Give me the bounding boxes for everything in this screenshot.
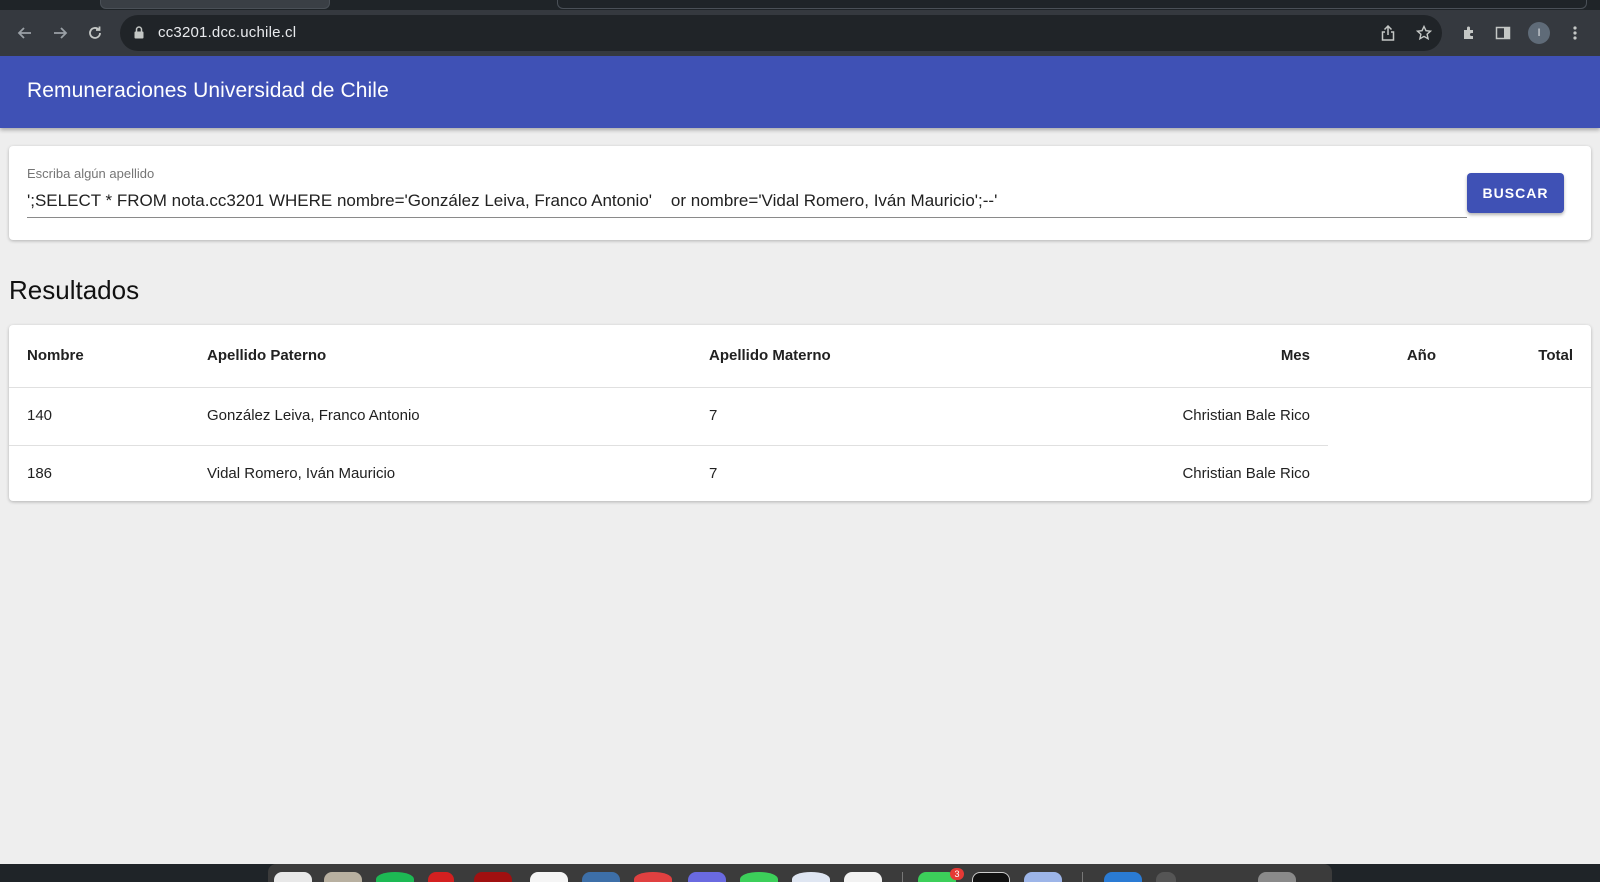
star-icon[interactable] [1414,23,1434,43]
results-heading: Resultados [9,275,140,305]
reload-icon[interactable] [82,20,108,46]
column-header-ano[interactable]: Año [1407,347,1436,364]
cell-mes: Christian Bale Rico [1182,465,1310,482]
finder-icon[interactable] [274,872,312,882]
url-text[interactable]: cc3201.dcc.uchile.cl [158,24,296,41]
search-button[interactable]: BUSCAR [1467,173,1564,213]
cell-apellido-materno: 7 [709,465,718,482]
arrow-left-icon[interactable] [12,20,38,46]
trash-icon[interactable] [1258,872,1296,882]
tab-strip [0,0,1600,10]
xcode-icon[interactable] [582,872,620,882]
header-divider [9,387,1591,388]
app-icon[interactable] [688,872,726,882]
dock-divider [902,872,903,882]
lock-icon[interactable] [134,26,144,39]
terminal-icon[interactable] [972,872,1010,882]
address-bar[interactable]: cc3201.dcc.uchile.cl [120,15,1442,51]
app-icon[interactable] [428,872,454,882]
dock: 3 [268,864,1332,882]
dock-divider [1082,872,1083,882]
app-icon[interactable] [474,872,512,882]
profile-avatar[interactable]: I [1528,22,1550,44]
kebab-menu-icon[interactable] [1565,23,1585,43]
column-header-apellido-paterno[interactable]: Apellido Paterno [207,347,326,364]
cell-mes: Christian Bale Rico [1182,407,1310,424]
app-icon[interactable] [844,872,882,882]
launchpad-icon[interactable] [324,872,362,882]
column-header-total[interactable]: Total [1538,347,1573,364]
cell-apellido-materno: 7 [709,407,718,424]
side-panel-icon[interactable] [1493,23,1513,43]
chrome-icon[interactable] [792,872,830,882]
messages-badge: 3 [950,868,964,880]
browser-tab-group[interactable] [557,0,1587,9]
search-field-label: Escriba algún apellido [27,166,155,181]
app-icon[interactable] [1104,872,1142,882]
page-title: Remuneraciones Universidad de Chile [27,79,389,102]
page-content: Remuneraciones Universidad de Chile Escr… [0,56,1600,864]
column-header-mes[interactable]: Mes [1281,347,1310,364]
cell-apellido-paterno: González Leiva, Franco Antonio [207,407,420,424]
whatsapp-icon[interactable] [740,872,778,882]
app-icon[interactable] [1024,872,1062,882]
results-table: Nombre Apellido Paterno Apellido Materno… [9,325,1591,501]
app-icon[interactable] [1156,872,1176,882]
arrow-right-icon[interactable] [47,20,73,46]
spotify-icon[interactable] [376,872,414,882]
search-input[interactable] [27,184,1467,218]
app-bar: Remuneraciones Universidad de Chile [0,56,1600,128]
search-card: Escriba algún apellido BUSCAR [9,146,1591,240]
share-icon[interactable] [1378,23,1398,43]
app-icon[interactable] [634,872,672,882]
browser-tab[interactable] [100,0,330,9]
cell-apellido-paterno: Vidal Romero, Iván Mauricio [207,465,396,482]
browser-toolbar: cc3201.dcc.uchile.cl I [0,10,1600,56]
row-divider [9,445,1328,446]
column-header-apellido-materno[interactable]: Apellido Materno [709,347,831,364]
app-icon[interactable] [530,872,568,882]
puzzle-icon[interactable] [1459,23,1479,43]
cell-nombre: 140 [27,407,53,424]
column-header-nombre[interactable]: Nombre [27,347,84,364]
cell-nombre: 186 [27,465,53,482]
